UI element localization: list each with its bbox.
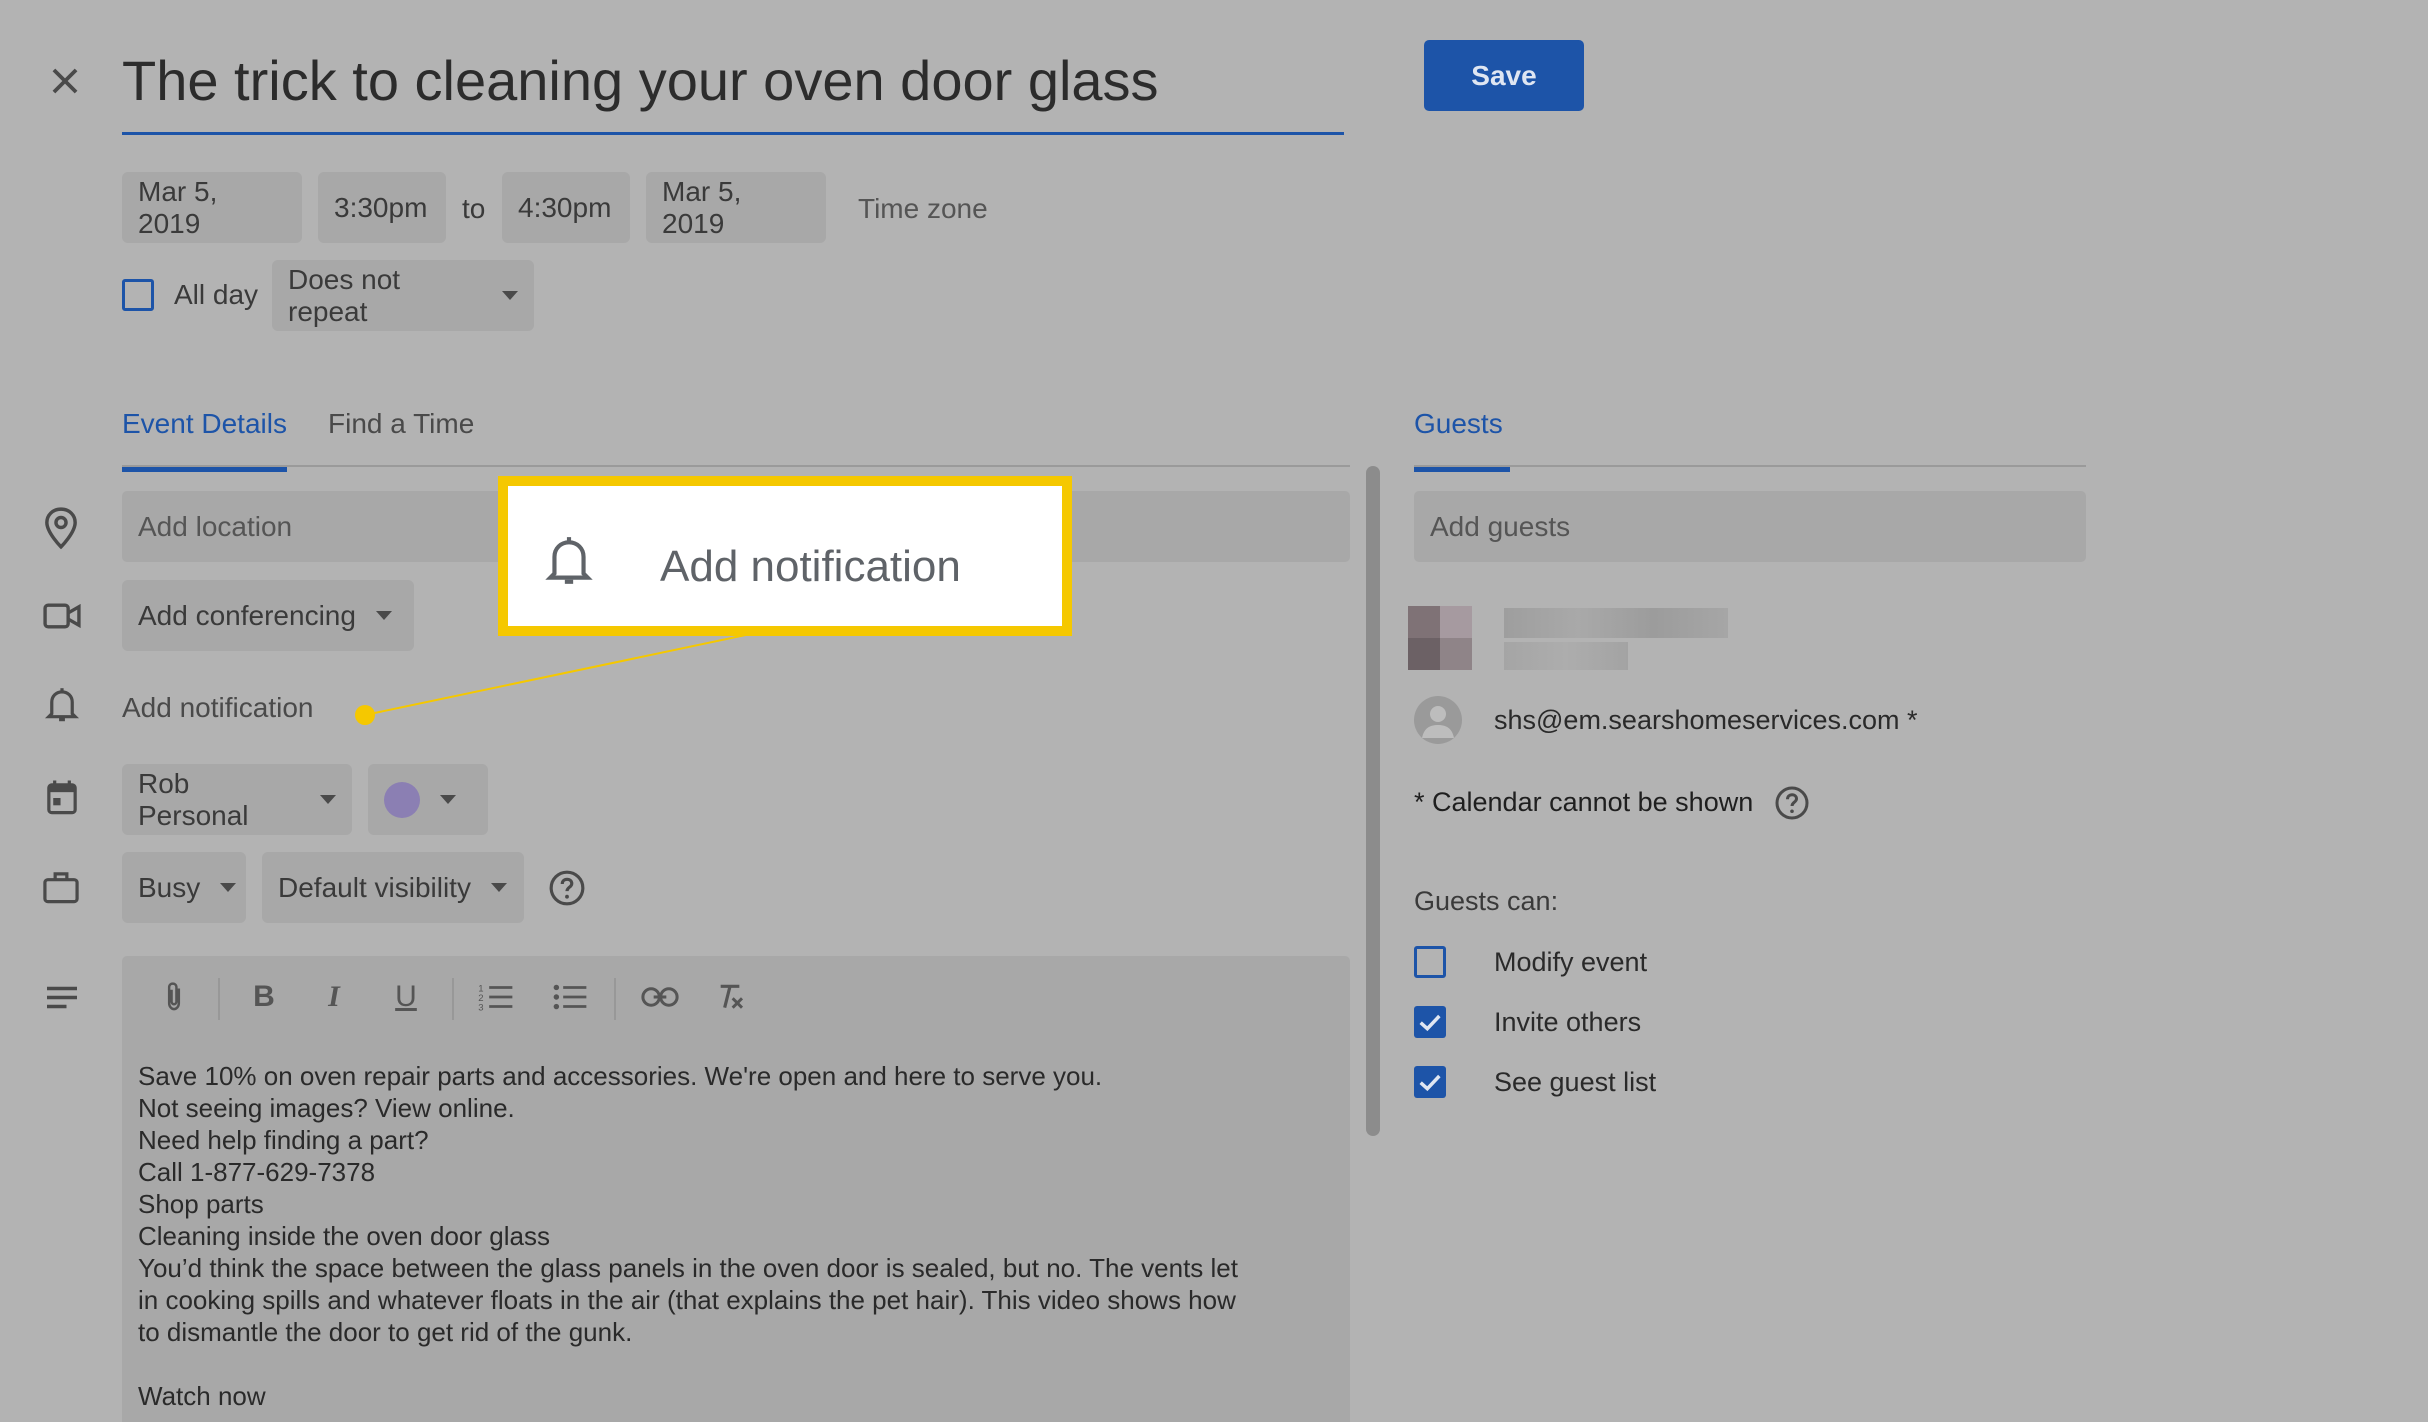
add-guests-input[interactable]: Add guests	[1414, 491, 2086, 562]
blurred-guest-name	[1504, 608, 1728, 638]
callout-text: Add notification	[660, 542, 961, 591]
repeat-value: Does not repeat	[288, 263, 401, 327]
description-lines-icon	[44, 984, 80, 1014]
calendar-icon	[44, 779, 80, 817]
tab-guests-label: Guests	[1414, 408, 1503, 439]
availability-dropdown[interactable]: Busy	[122, 852, 246, 923]
chevron-down-icon	[375, 611, 392, 620]
description-line: Save 10% on oven repair parts and access…	[138, 1061, 1103, 1091]
italic-icon[interactable]: I	[312, 975, 356, 1019]
color-swatch	[384, 781, 420, 818]
tab-guests[interactable]: Guests	[1414, 408, 1510, 472]
link-icon[interactable]	[638, 975, 682, 1019]
chevron-down-icon	[490, 883, 507, 892]
permissions-title: Guests can:	[1414, 886, 1559, 916]
chevron-down-icon	[320, 795, 336, 804]
location-placeholder: Add location	[138, 511, 293, 542]
visibility-dropdown[interactable]: Default visibility	[262, 852, 524, 923]
close-icon[interactable]	[46, 62, 84, 100]
bell-icon	[544, 534, 594, 588]
end-time-text: 4:30pm	[518, 191, 612, 223]
calendar-dropdown[interactable]: Rob Personal	[122, 764, 352, 835]
description-line: to dismantle the door to get rid of the …	[138, 1317, 633, 1347]
modify-event-checkbox[interactable]	[1414, 946, 1446, 978]
guests-tabs-divider	[1414, 465, 2086, 467]
start-date-picker[interactable]: Mar 5, 2019	[122, 172, 302, 243]
underline-icon[interactable]: U	[384, 975, 428, 1019]
conferencing-label: Add conferencing	[138, 599, 356, 631]
blurred-guest-detail	[1504, 642, 1628, 670]
description-line: Call 1-877-629-7378	[138, 1157, 376, 1187]
bulleted-list-icon[interactable]	[548, 975, 592, 1019]
scrollbar-thumb[interactable]	[1366, 466, 1380, 1136]
see-guest-list-checkbox[interactable]	[1414, 1066, 1446, 1098]
visibility-value: Default visibility	[278, 871, 471, 903]
add-guests-placeholder: Add guests	[1430, 511, 1571, 542]
chevron-down-icon	[220, 883, 237, 892]
invite-others-checkbox[interactable]	[1414, 1006, 1446, 1038]
guest-email: shs@em.searshomeservices.com *	[1494, 705, 1918, 735]
tab-find-a-time[interactable]: Find a Time	[328, 408, 474, 440]
start-time-picker[interactable]: 3:30pm	[318, 172, 446, 243]
tab-event-details-label: Event Details	[122, 408, 287, 439]
description-line: Not seeing images? View online.	[138, 1093, 515, 1123]
tab-event-details[interactable]: Event Details	[122, 408, 287, 472]
add-conferencing-dropdown[interactable]: Add conferencing	[122, 580, 414, 651]
color-dropdown[interactable]	[368, 764, 488, 835]
bold-icon[interactable]: B	[242, 975, 286, 1019]
avatar	[1408, 606, 1472, 670]
description-line: You’d think the space between the glass …	[138, 1253, 1238, 1283]
start-time-text: 3:30pm	[334, 191, 428, 223]
event-title-input[interactable]: The trick to cleaning your oven door gla…	[122, 40, 1344, 135]
all-day-label: All day	[174, 279, 259, 310]
add-notification-link[interactable]: Add notification	[122, 692, 313, 724]
availability-value: Busy	[138, 871, 201, 903]
event-title-text: The trick to cleaning your oven door gla…	[122, 49, 1159, 112]
description-line: Watch now	[138, 1381, 266, 1411]
video-camera-icon	[42, 600, 82, 632]
repeat-dropdown[interactable]: Does not repeat	[272, 260, 534, 331]
end-date-picker[interactable]: Mar 5, 2019	[646, 172, 826, 243]
start-date-text: Mar 5, 2019	[138, 175, 218, 239]
check-icon	[1419, 1074, 1441, 1092]
attachment-icon[interactable]	[152, 975, 196, 1019]
location-pin-icon	[42, 506, 80, 550]
modify-event-label: Modify event	[1494, 947, 1648, 977]
toolbar-separator	[452, 978, 454, 1020]
bell-icon	[44, 686, 80, 724]
chevron-down-icon	[502, 291, 518, 300]
description-line: Need help finding a part?	[138, 1125, 429, 1155]
tabs-divider	[122, 465, 1350, 467]
briefcase-icon	[42, 869, 80, 905]
calendar-value: Rob Personal	[138, 767, 249, 831]
all-day-checkbox[interactable]	[122, 279, 154, 311]
help-icon[interactable]	[1774, 785, 1810, 821]
description-line: in cooking spills and whatever floats in…	[138, 1285, 1236, 1315]
toolbar-separator	[614, 978, 616, 1020]
to-label: to	[462, 193, 486, 224]
svg-text:3: 3	[478, 1003, 483, 1012]
toolbar-separator	[218, 978, 220, 1020]
avatar	[1414, 696, 1462, 744]
save-button[interactable]: Save	[1424, 40, 1584, 111]
save-button-label: Save	[1471, 59, 1537, 91]
timezone-link[interactable]: Time zone	[858, 193, 988, 225]
invite-others-label: Invite others	[1494, 1007, 1642, 1037]
clear-formatting-icon[interactable]	[708, 975, 752, 1019]
description-line	[138, 1348, 1338, 1380]
calendar-note: * Calendar cannot be shown	[1414, 787, 1754, 817]
end-time-picker[interactable]: 4:30pm	[502, 172, 630, 243]
description-text: Save 10% on oven repair parts and access…	[138, 1060, 1338, 1412]
description-line: Shop parts	[138, 1189, 264, 1219]
check-icon	[1419, 1014, 1441, 1032]
description-line: Cleaning inside the oven door glass	[138, 1221, 550, 1251]
callout-box: Add notification	[498, 476, 1072, 636]
see-guest-list-label: See guest list	[1494, 1067, 1657, 1097]
numbered-list-icon[interactable]: 123	[474, 975, 518, 1019]
chevron-down-icon	[440, 795, 456, 804]
help-icon[interactable]	[548, 869, 586, 907]
end-date-text: Mar 5, 2019	[662, 175, 742, 239]
